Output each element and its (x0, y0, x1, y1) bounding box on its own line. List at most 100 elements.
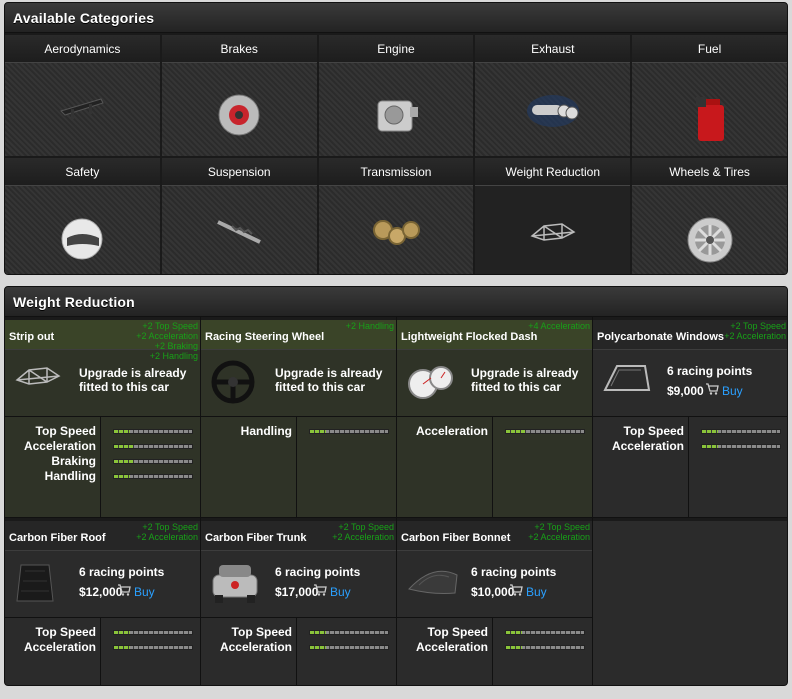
stat-bar (505, 645, 585, 650)
stat-name: Top Speed (427, 625, 488, 639)
category-exhaust[interactable]: Exhaust (475, 35, 631, 156)
upgrade-price: $17,000 (275, 585, 319, 599)
stat-bar (113, 645, 193, 650)
category-label: Safety (5, 158, 160, 186)
category-transmission[interactable]: Transmission (318, 158, 474, 274)
stat-bar-row (101, 469, 200, 484)
upgrade-info: Upgrade is already fitted to this car (201, 350, 396, 412)
roll-cage-icon (13, 360, 65, 404)
cart-icon (117, 584, 131, 599)
carbon-roof-icon (13, 561, 65, 605)
upgrade-stats: Top Speed Acceleration (5, 617, 200, 685)
categories-panel-title: Available Categories (5, 3, 787, 33)
upgrade-bonus-list: +2 Top Speed +2 Acceleration (136, 522, 198, 542)
cart-icon (509, 584, 523, 599)
upgrade-price: $9,000 (667, 384, 704, 398)
stat-bar-row (101, 625, 200, 640)
category-wheels-tires[interactable]: Wheels & Tires (632, 158, 787, 274)
upgrade-name: Lightweight Flocked Dash (401, 331, 538, 343)
window-icon (601, 360, 653, 404)
engine-icon (372, 93, 420, 142)
upgrade-card-carbon-fiber-bonnet: Carbon Fiber Bonnet +2 Top Speed +2 Accele… (397, 518, 592, 685)
category-engine[interactable]: Engine (318, 35, 474, 156)
category-aerodynamics[interactable]: Aerodynamics (5, 35, 160, 156)
category-safety[interactable]: Safety (5, 158, 160, 274)
upgrade-name: Carbon Fiber Bonnet (401, 532, 511, 544)
upgrade-card-carbon-fiber-roof: Carbon Fiber Roof +2 Top Speed +2 Accelera… (5, 518, 200, 685)
stat-bar (505, 630, 585, 635)
stat-bar-fill (114, 445, 134, 448)
upgrade-name: Carbon Fiber Trunk (205, 532, 307, 544)
bonus-text: +2 Top Speed (534, 522, 590, 532)
category-label: Engine (318, 35, 474, 63)
upgrade-price: $10,000 (471, 585, 515, 599)
racing-points: 6 racing points (275, 565, 361, 579)
buy-button[interactable]: Buy (313, 584, 351, 599)
stat-name: Handling (44, 469, 96, 483)
stat-bar-fill (506, 646, 522, 649)
upgrade-info: 6 racing points $12,000 Buy (5, 551, 200, 613)
category-brakes[interactable]: Brakes (161, 35, 317, 156)
stat-name: Top Speed (231, 625, 292, 639)
stat-bar-fill (702, 445, 718, 448)
cart-icon (313, 584, 327, 599)
spoiler-icon (57, 93, 107, 128)
category-weight-reduction[interactable]: Weight Reduction (475, 158, 631, 274)
upgrade-header: Carbon Fiber Trunk +2 Top Speed +2 Acceler… (201, 521, 396, 551)
stat-bar-fill (114, 430, 130, 433)
category-label: Brakes (161, 35, 317, 63)
upgrade-stats: Top Speed Acceleration Braking Handling (5, 416, 200, 517)
stat-name: Acceleration (219, 640, 292, 654)
gears-icon (371, 216, 421, 257)
bonus-text: +2 Acceleration (136, 532, 198, 542)
stat-name: Top Speed (35, 625, 96, 639)
stat-bar-row (101, 640, 200, 655)
upgrade-header: Carbon Fiber Roof +2 Top Speed +2 Accelera… (5, 521, 200, 551)
stat-name-column: Top Speed Acceleration (397, 618, 493, 685)
buy-button[interactable]: Buy (705, 383, 743, 398)
stat-name: Acceleration (415, 424, 488, 438)
upgrade-bonus-list: +2 Top Speed +2 Acceleration (332, 522, 394, 542)
stat-name: Acceleration (415, 640, 488, 654)
stat-bar (701, 429, 781, 434)
racing-points: 6 racing points (667, 364, 753, 378)
upgrade-header: Strip out +2 Top Speed +2 Acceleration +2 B… (5, 320, 200, 361)
stat-bar-row (689, 439, 787, 454)
bonus-text: +2 Acceleration (136, 331, 198, 341)
racing-points: 6 racing points (79, 565, 165, 579)
stat-bar-fill (114, 475, 130, 478)
stat-bar-row (101, 424, 200, 439)
roll-cage-icon (528, 216, 578, 251)
stat-name: Acceleration (23, 439, 96, 453)
available-categories-panel: Available Categories Aerodynamics Brakes E… (4, 2, 788, 275)
bonus-text: +2 Handling (345, 321, 394, 331)
bonus-text: +2 Acceleration (724, 331, 786, 341)
stat-bar-column (297, 417, 396, 517)
buy-label: Buy (526, 584, 547, 599)
upgrade-name: Polycarbonate Windows (597, 331, 725, 343)
category-suspension[interactable]: Suspension (161, 158, 317, 274)
bonus-text: +2 Acceleration (332, 532, 394, 542)
stat-bar-column (297, 618, 396, 685)
stat-bar-fill (114, 460, 134, 463)
upgrade-name: Racing Steering Wheel (205, 331, 325, 343)
stat-bar (113, 444, 193, 449)
stat-bar (309, 630, 389, 635)
shock-absorber-icon (214, 216, 264, 251)
stat-bar-row (689, 424, 787, 439)
buy-button[interactable]: Buy (509, 584, 547, 599)
buy-button[interactable]: Buy (117, 584, 155, 599)
buy-label: Buy (722, 383, 743, 398)
bonus-text: +2 Top Speed (142, 321, 198, 331)
wheel-icon (686, 216, 734, 269)
stat-name: Top Speed (35, 424, 96, 438)
stat-bar-row (101, 439, 200, 454)
stat-bar (505, 429, 585, 434)
weight-reduction-panel-title: Weight Reduction (5, 287, 787, 317)
upgrade-card-strip-out: Strip out +2 Top Speed +2 Acceleration +2 B… (5, 317, 200, 517)
upgrade-grid: Strip out +2 Top Speed +2 Acceleration +2 B… (5, 317, 787, 685)
stat-bar-column (493, 618, 592, 685)
category-fuel[interactable]: Fuel (632, 35, 787, 156)
stat-bar-column (101, 618, 200, 685)
stat-bar-fill (114, 646, 130, 649)
